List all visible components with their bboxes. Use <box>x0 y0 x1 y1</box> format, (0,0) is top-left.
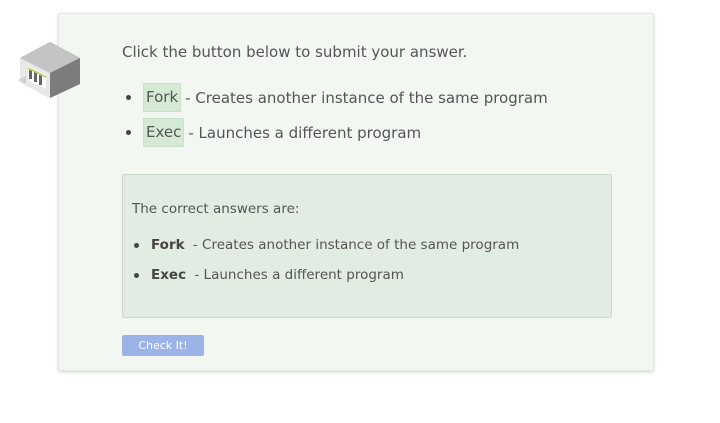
drag-chip-fork[interactable]: Fork <box>143 83 182 112</box>
answer-term: Fork <box>151 237 185 253</box>
option-definition: - Creates another instance of the same p… <box>185 88 548 107</box>
option-definition: - Launches a different program <box>188 123 422 142</box>
option-list: Fork - Creates another instance of the s… <box>122 80 548 150</box>
instruction-text: Click the button below to submit your an… <box>122 43 468 61</box>
answer-item: Fork - Creates another instance of the s… <box>132 233 519 263</box>
answer-term: Exec <box>151 267 187 283</box>
drag-chip-exec[interactable]: Exec <box>143 118 185 147</box>
option-item: Fork - Creates another instance of the s… <box>122 80 548 115</box>
logo-icon <box>18 42 80 98</box>
answers-list: Fork - Creates another instance of the s… <box>132 233 519 293</box>
answer-definition: - Launches a different program <box>194 267 404 283</box>
check-it-button[interactable]: Check It! <box>122 335 204 356</box>
option-item: Exec - Launches a different program <box>122 115 548 150</box>
correct-answers-panel: The correct answers are: Fork - Creates … <box>122 174 612 318</box>
answer-item: Exec - Launches a different program <box>132 263 519 293</box>
answer-definition: - Creates another instance of the same p… <box>192 237 520 253</box>
answers-title: The correct answers are: <box>132 201 300 217</box>
